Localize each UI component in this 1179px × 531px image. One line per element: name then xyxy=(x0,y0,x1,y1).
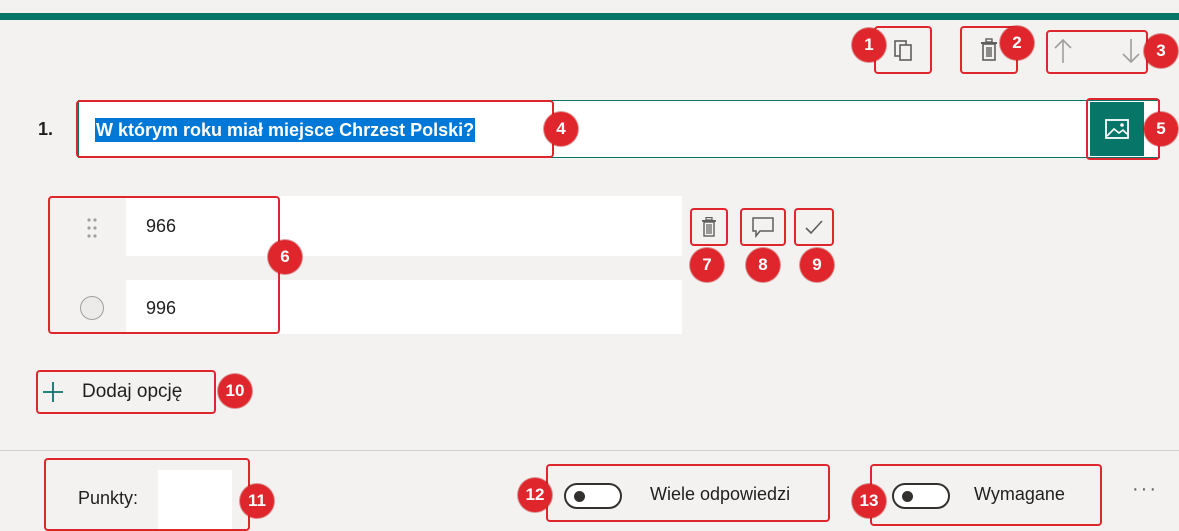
annotation-badge: 6 xyxy=(268,240,302,274)
annotation-badge: 8 xyxy=(746,248,780,282)
annotation-badge: 5 xyxy=(1144,112,1178,146)
annotation-badge: 1 xyxy=(852,28,886,62)
question-number: 1. xyxy=(38,119,54,139)
annotation-badge: 12 xyxy=(518,478,552,512)
footer-divider xyxy=(0,450,1179,451)
annotation-badge: 4 xyxy=(544,112,578,146)
annotation-badge: 9 xyxy=(800,248,834,282)
annotation-badge: 2 xyxy=(1000,26,1034,60)
annotation-badge: 11 xyxy=(240,484,274,518)
annotation-badge: 7 xyxy=(690,248,724,282)
more-options-button[interactable]: ··· xyxy=(1132,478,1158,501)
annotation-badge: 13 xyxy=(852,484,886,518)
annotation-badge: 10 xyxy=(218,374,252,408)
annotation-badge: 3 xyxy=(1144,34,1178,68)
accent-bar xyxy=(0,13,1179,20)
